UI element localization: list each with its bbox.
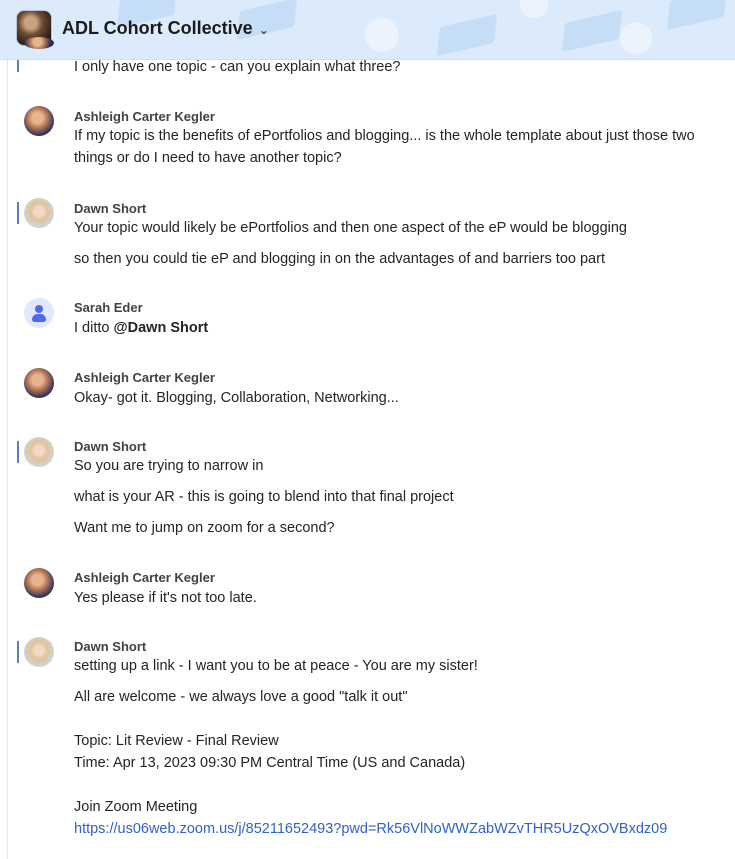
chevron-down-icon[interactable]: ⌄ — [259, 23, 269, 37]
graduation-cap-decoration — [561, 9, 623, 53]
own-message-marker — [17, 641, 19, 663]
message-author[interactable]: Ashleigh Carter Kegler — [74, 109, 215, 124]
message-text: So you are trying to narrow in — [74, 458, 264, 474]
avatar[interactable] — [24, 368, 54, 398]
message-text: Topic: Lit Review - Final Review — [74, 733, 279, 749]
graduation-cap-decoration — [436, 13, 498, 57]
message-text: Join Zoom Meeting — [74, 799, 198, 815]
message-text: Yes please if it's not too late. — [74, 590, 257, 606]
bubble-decoration — [520, 0, 548, 18]
message-author[interactable]: Ashleigh Carter Kegler — [74, 370, 215, 385]
own-message-marker — [17, 441, 19, 463]
mention[interactable]: @Dawn Short — [114, 320, 209, 336]
message-text: All are welcome - we always love a good … — [74, 689, 408, 705]
message-author[interactable]: Sarah Eder — [74, 300, 143, 315]
message-text: things or do I need to have another topi… — [74, 150, 342, 166]
avatar[interactable] — [24, 437, 54, 467]
message-text: what is your AR - this is going to blend… — [74, 489, 454, 505]
thread-rule — [7, 60, 8, 859]
bubble-decoration — [620, 22, 652, 54]
message-text: Time: Apr 13, 2023 09:30 PM Central Time… — [74, 755, 466, 771]
bubble-decoration — [365, 18, 399, 52]
message-text: setting up a link - I want you to be at … — [74, 658, 478, 674]
own-message-marker — [17, 60, 19, 72]
avatar[interactable] — [24, 106, 54, 136]
message-text: Want me to jump on zoom for a second? — [74, 520, 335, 536]
message-author[interactable]: Dawn Short — [74, 639, 146, 654]
graduation-cap-decoration — [666, 0, 728, 31]
message-author[interactable]: Dawn Short — [74, 201, 146, 216]
message-author[interactable]: Ashleigh Carter Kegler — [74, 570, 215, 585]
message-text: I ditto @Dawn Short — [74, 320, 209, 336]
chat-header: ADL Cohort Collective ⌄ — [0, 0, 735, 60]
avatar[interactable] — [24, 568, 54, 598]
zoom-meeting-link[interactable]: https://us06web.zoom.us/j/85211652493?pw… — [74, 821, 667, 837]
person-icon — [35, 305, 43, 313]
message-text: so then you could tie eP and blogging in… — [74, 251, 605, 267]
avatar[interactable] — [24, 298, 54, 328]
avatar[interactable] — [24, 37, 54, 49]
message-text: Okay- got it. Blogging, Collaboration, N… — [74, 390, 399, 406]
group-title[interactable]: ADL Cohort Collective ⌄ — [62, 18, 269, 39]
message-text: Your topic would likely be ePortfolios a… — [74, 220, 627, 236]
message-author[interactable]: Dawn Short — [74, 439, 146, 454]
message-text: If my topic is the benefits of ePortfoli… — [74, 128, 695, 144]
avatar[interactable] — [24, 637, 54, 667]
message-text: I only have one topic - can you explain … — [74, 59, 401, 75]
avatar[interactable] — [24, 198, 54, 228]
own-message-marker — [17, 202, 19, 224]
